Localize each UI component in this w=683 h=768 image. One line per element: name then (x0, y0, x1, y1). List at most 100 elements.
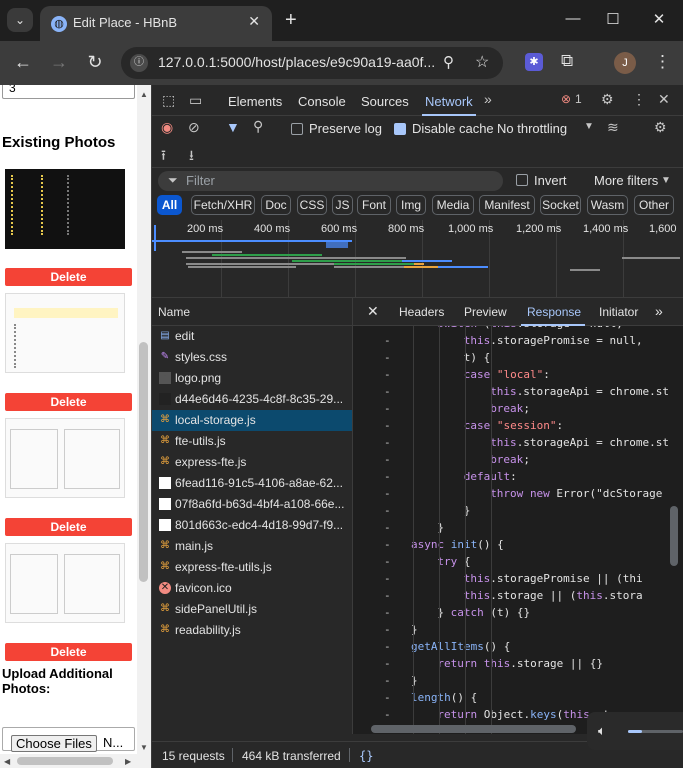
response-code-view[interactable]: -switch (this.storage = null,-this.stora… (353, 326, 683, 734)
filter-chip-media[interactable]: Media (432, 195, 474, 215)
tab-response[interactable]: Response (527, 305, 581, 319)
filter-chip-fetch-xhr[interactable]: Fetch/XHR (191, 195, 255, 215)
code-scroll-thumb[interactable] (670, 506, 678, 566)
request-row[interactable]: ▤ edit (152, 326, 352, 347)
extensions-puzzle-icon[interactable]: ⧉ (561, 51, 573, 71)
preserve-log-checkbox[interactable] (291, 123, 303, 135)
tab-initiator[interactable]: Initiator (599, 305, 638, 319)
forward-icon[interactable]: → (48, 52, 70, 73)
more-tabs-icon[interactable]: » (484, 91, 492, 107)
tab-preview[interactable]: Preview (464, 305, 507, 319)
speaker-icon[interactable]: 🔈︎ (598, 723, 606, 739)
pretty-print-icon[interactable]: {} (359, 749, 373, 763)
more-detail-tabs-icon[interactable]: » (655, 303, 663, 319)
request-row[interactable]: ✕ favicon.ico (152, 578, 352, 599)
page-hscroll-thumb[interactable] (17, 757, 113, 765)
request-row[interactable]: ✎ styles.css (152, 347, 352, 368)
extension-icon[interactable]: ✱ (525, 53, 543, 71)
import-har-icon[interactable]: ⭱ (161, 145, 166, 169)
browser-tab[interactable]: ◍ Edit Place - HBnB ✕ (40, 6, 272, 41)
invert-checkbox[interactable] (516, 174, 528, 186)
choose-files-button[interactable]: Choose Files (11, 735, 97, 752)
page-scroll-thumb[interactable] (139, 342, 148, 582)
clear-icon[interactable]: ⊘ (188, 119, 200, 136)
filter-chip-css[interactable]: CSS (297, 195, 327, 215)
disable-cache-checkbox[interactable] (394, 123, 406, 135)
delete-photo-button[interactable]: Delete (5, 518, 132, 536)
export-har-icon[interactable]: ⭳ (189, 145, 194, 169)
request-row[interactable]: d44e6d46-4235-4c8f-8c35-29... (152, 389, 352, 410)
more-filters-dropdown-icon[interactable]: ▼ (661, 175, 671, 186)
maximize-icon[interactable]: ☐ (603, 10, 623, 28)
settings-gear-icon[interactable]: ⚙ (601, 91, 614, 108)
scroll-left-icon[interactable]: ◀ (4, 757, 10, 766)
filter-chip-all[interactable]: All (157, 195, 182, 215)
tab-sources[interactable]: Sources (361, 94, 409, 109)
filter-chip-js[interactable]: JS (332, 195, 353, 215)
error-icon[interactable]: ⊗ (561, 92, 571, 106)
throttling-select[interactable]: No throttling (497, 121, 567, 136)
filter-funnel-icon[interactable]: ▼ (226, 119, 240, 135)
request-row[interactable]: 07f8a6fd-b63d-4bf4-a108-66e... (152, 494, 352, 515)
close-window-icon[interactable]: ✕ (649, 10, 669, 28)
file-input[interactable]: Choose Files N... (2, 727, 135, 752)
request-row[interactable]: ⌘ fte-utils.js (152, 431, 352, 452)
network-settings-icon[interactable]: ⚙ (654, 119, 667, 136)
inspect-element-icon[interactable]: ⬚ (162, 92, 175, 109)
filter-input[interactable]: ⏷ Filter (158, 171, 503, 191)
filter-chip-font[interactable]: Font (357, 195, 391, 215)
url-text[interactable]: 127.0.0.1:5000/host/places/e9c90a19-aa0f… (158, 54, 435, 70)
network-conditions-icon[interactable]: ≋ (607, 119, 619, 136)
filter-chip-img[interactable]: Img (396, 195, 426, 215)
tab-network[interactable]: Network (425, 94, 473, 109)
new-tab-button[interactable]: + (285, 9, 297, 32)
filter-chip-other[interactable]: Other (634, 195, 674, 215)
close-devtools-icon[interactable]: ✕ (658, 91, 670, 108)
throttling-dropdown-icon[interactable]: ▼ (584, 121, 594, 132)
request-row[interactable]: ⌘ express-fte.js (152, 452, 352, 473)
scroll-right-icon[interactable]: ▶ (125, 757, 131, 766)
close-detail-icon[interactable]: ✕ (367, 303, 379, 320)
filter-chip-doc[interactable]: Doc (261, 195, 291, 215)
delete-photo-button[interactable]: Delete (5, 643, 132, 661)
request-row[interactable]: 801d663c-edc4-4d18-99d7-f9... (152, 515, 352, 536)
request-row[interactable]: ⌘ sidePanelUtil.js (152, 599, 352, 620)
zoom-icon[interactable]: ⚲ (443, 53, 454, 71)
back-icon[interactable]: ← (12, 52, 34, 73)
more-filters-button[interactable]: More filters (594, 173, 658, 188)
delete-photo-button[interactable]: Delete (5, 393, 132, 411)
tab-console[interactable]: Console (298, 94, 346, 109)
filter-chip-manifest[interactable]: Manifest (479, 195, 535, 215)
profile-avatar[interactable]: J (614, 52, 636, 74)
kebab-menu-icon[interactable]: ⋮ (654, 52, 671, 72)
close-tab-icon[interactable]: ✕ (248, 13, 260, 30)
filter-chip-wasm[interactable]: Wasm (587, 195, 628, 215)
site-info-icon[interactable]: ⓘ (130, 54, 148, 72)
tab-elements[interactable]: Elements (228, 94, 282, 109)
request-row[interactable]: ⌘ local-storage.js (152, 410, 352, 431)
request-row[interactable]: ⌘ main.js (152, 536, 352, 557)
scroll-down-icon[interactable]: ▼ (140, 743, 148, 752)
name-column-header[interactable]: Name (152, 298, 352, 326)
code-hscroll-thumb[interactable] (371, 725, 576, 733)
tab-headers[interactable]: Headers (399, 305, 444, 319)
reload-icon[interactable]: ↻ (84, 52, 106, 73)
search-icon[interactable]: ⚲ (253, 118, 263, 135)
devtools-menu-icon[interactable]: ⋮ (632, 91, 646, 108)
filter-chip-socket[interactable]: Socket (540, 195, 581, 215)
tab-search-button[interactable]: ⌄ (7, 8, 33, 32)
network-overview-timeline[interactable]: 200 ms 400 ms 600 ms 800 ms 1,000 ms 1,2… (152, 220, 683, 298)
record-icon[interactable]: ◉ (161, 119, 173, 136)
request-row[interactable]: 6fead116-91c5-4106-a8ae-62... (152, 473, 352, 494)
minimize-icon[interactable]: — (563, 10, 583, 27)
delete-photo-button[interactable]: Delete (5, 268, 132, 286)
error-count[interactable]: 1 (575, 92, 582, 106)
request-row[interactable]: ⌘ express-fte-utils.js (152, 557, 352, 578)
request-row[interactable]: ⌘ readability.js (152, 620, 352, 641)
request-row[interactable]: ▪ logo.png (152, 368, 352, 389)
bookmark-star-icon[interactable]: ☆ (475, 52, 489, 72)
device-toolbar-icon[interactable]: ▭ (189, 92, 202, 109)
address-bar[interactable]: ⓘ 127.0.0.1:5000/host/places/e9c90a19-aa… (121, 47, 503, 79)
number-input[interactable]: 3 (2, 85, 135, 99)
scroll-up-icon[interactable]: ▲ (140, 90, 148, 99)
